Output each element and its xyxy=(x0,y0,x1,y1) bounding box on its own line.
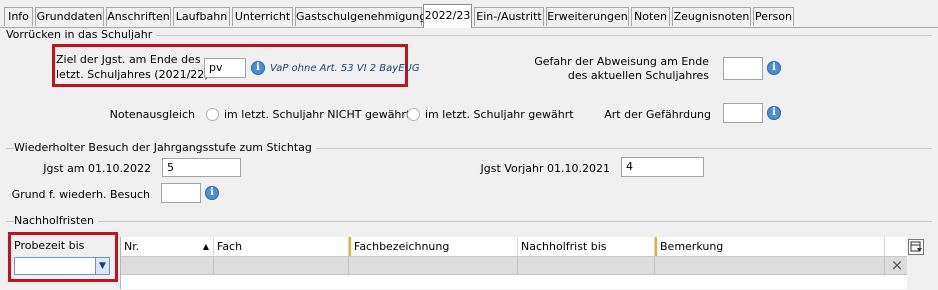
table-cell[interactable] xyxy=(655,257,885,274)
grund-label: Grund f. wiederh. Besuch xyxy=(11,188,150,201)
section-wiederholt-title: Wiederholter Besuch der Jahrgangsstufe z… xyxy=(14,141,316,154)
ziel-label-line1: Ziel der Jgst. am Ende des xyxy=(56,53,201,66)
probezeit-label: Probezeit bis xyxy=(14,239,85,252)
table-new-row[interactable]: × xyxy=(121,257,907,275)
gefahr-input[interactable] xyxy=(723,57,763,80)
table-cell[interactable] xyxy=(121,257,214,274)
tab-2022-23[interactable]: 2022/23 xyxy=(423,4,472,28)
table-cell[interactable] xyxy=(518,257,655,274)
radio-gewaehrt-label: im letzt. Schuljahr gewährt xyxy=(425,108,574,121)
table-cell[interactable] xyxy=(349,257,518,274)
tab-laufbahn[interactable]: Laufbahn xyxy=(173,7,230,26)
info-icon[interactable]: i xyxy=(251,61,265,75)
table-cell[interactable] xyxy=(214,257,349,274)
tab-gastschulgenehmigung[interactable]: Gastschulgenehmigung xyxy=(295,7,426,26)
column-header-fachbezeichnung[interactable]: Fachbezeichnung xyxy=(349,237,518,256)
tab-person[interactable]: Person xyxy=(753,7,794,26)
jgst-vorjahr-input[interactable]: 4 xyxy=(621,157,704,177)
nachholfristen-table: Nr. ▲ Fach Fachbezeichnung Nachholfrist … xyxy=(120,237,907,289)
gefahr-label-line1: Gefahr der Abweisung am Ende xyxy=(534,55,709,68)
ziel-note: VaP ohne Art. 53 VI 2 BayEUG xyxy=(270,63,420,74)
grund-input[interactable] xyxy=(161,183,201,203)
probezeit-dropdown[interactable]: ▼ xyxy=(14,257,110,275)
radio-nicht-gewaehrt-label: im letzt. Schuljahr NICHT gewährt xyxy=(224,108,411,121)
tab-info[interactable]: Info xyxy=(4,7,33,26)
tab-erweiterungen[interactable]: Erweiterungen xyxy=(546,7,629,26)
column-header-bemerkung[interactable]: Bemerkung xyxy=(655,237,885,256)
art-gefaehrdung-label: Art der Gefährdung xyxy=(604,108,711,121)
tab-anschriften[interactable]: Anschriften xyxy=(106,7,171,26)
section-vorruecken-title: Vorrücken in das Schuljahr xyxy=(6,28,157,41)
column-header-nr[interactable]: Nr. ▲ xyxy=(121,237,214,256)
tab-noten[interactable]: Noten xyxy=(631,7,670,26)
chevron-down-icon[interactable]: ▼ xyxy=(95,258,109,274)
tab-ein-austritt[interactable]: Ein-/Austritt xyxy=(474,7,544,26)
sort-ascending-icon: ▲ xyxy=(202,242,209,251)
notenausgleich-label: Notenausgleich xyxy=(109,108,195,121)
radio-gewaehrt[interactable] xyxy=(407,108,420,121)
info-icon[interactable]: i xyxy=(767,61,781,75)
tab-bar: Info Grunddaten Anschriften Laufbahn Unt… xyxy=(0,0,938,28)
column-header-nachholfrist[interactable]: Nachholfrist bis xyxy=(518,237,655,256)
table-options-glyph xyxy=(910,241,922,252)
tab-unterricht[interactable]: Unterricht xyxy=(232,7,293,26)
art-gefaehrdung-input[interactable] xyxy=(723,103,763,123)
jgst-input[interactable]: 5 xyxy=(162,158,241,177)
section-nachholfristen-title: Nachholfristen xyxy=(14,214,98,227)
jgst-vorjahr-label: Jgst Vorjahr 01.10.2021 xyxy=(480,162,610,175)
table-options-icon[interactable] xyxy=(908,239,924,255)
jgst-label: Jgst am 01.10.2022 xyxy=(43,162,151,175)
ziel-label-line2: letzt. Schuljahres (2021/22) xyxy=(56,68,209,81)
radio-nicht-gewaehrt[interactable] xyxy=(206,108,219,121)
delete-row-icon[interactable]: × xyxy=(889,257,905,274)
column-header-fach[interactable]: Fach xyxy=(214,237,349,256)
section-divider xyxy=(6,221,932,222)
info-icon[interactable]: i xyxy=(205,186,219,200)
tab-zeugnisnoten[interactable]: Zeugnisnoten xyxy=(672,7,751,26)
tab-grunddaten[interactable]: Grunddaten xyxy=(35,7,104,26)
gefahr-label-line2: des aktuellen Schuljahres xyxy=(567,69,709,82)
info-icon[interactable]: i xyxy=(767,106,781,120)
table-header: Nr. ▲ Fach Fachbezeichnung Nachholfrist … xyxy=(121,237,907,257)
ziel-input[interactable]: pv xyxy=(204,58,246,78)
